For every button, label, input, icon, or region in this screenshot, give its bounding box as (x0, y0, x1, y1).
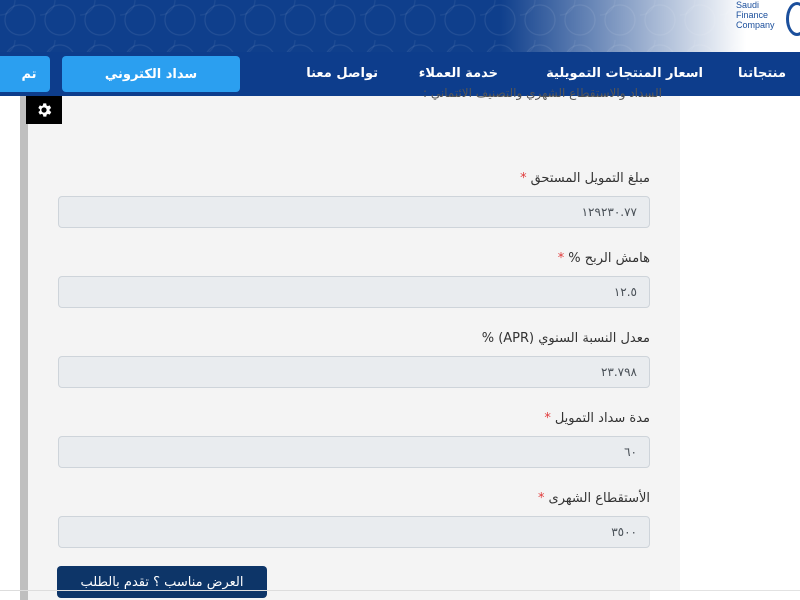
financing-amount-label: مبلغ التمويل المستحق* (520, 171, 650, 186)
gear-icon (38, 103, 52, 117)
logo-swoosh-icon (786, 2, 800, 36)
header-band (0, 0, 800, 52)
intro-text: السداد والاستقطاع الشهري والتصنيف الائتم… (423, 86, 662, 100)
required-marker: * (544, 411, 551, 426)
nav-financing-prices[interactable]: اسعار المنتجات التمويلية (546, 66, 703, 81)
footer-edge (650, 590, 800, 600)
repayment-period-field[interactable]: ٦٠ (58, 436, 650, 468)
nav-customer-service[interactable]: خدمة العملاء (419, 66, 498, 81)
apr-label: معدل النسبة السنوي (APR) % (481, 331, 650, 346)
logo-text: Saudi Finance Company (736, 0, 775, 30)
profit-margin-field[interactable]: ١٢.٥ (58, 276, 650, 308)
left-rail (20, 96, 28, 600)
repayment-period-label: مدة سداد التمويل* (544, 411, 650, 426)
settings-button[interactable] (26, 96, 62, 124)
company-logo[interactable]: Saudi Finance Company (728, 0, 800, 40)
required-marker: * (538, 491, 545, 506)
apr-field[interactable]: ٢٣.٧٩٨ (58, 356, 650, 388)
apply-button[interactable]: العرض مناسب ؟ تقدم بالطلب (57, 566, 267, 598)
monthly-installment-label: الأستقطاع الشهرى* (538, 491, 650, 506)
required-marker: * (520, 171, 527, 186)
nav-products[interactable]: منتجاتنا (738, 66, 786, 81)
profit-margin-label: هامش الربح %* (557, 251, 650, 266)
financing-amount-field[interactable]: ١٢٩٢٣٠.٧٧ (58, 196, 650, 228)
required-marker: * (557, 251, 565, 266)
nav-contact-us[interactable]: تواصل معنا (306, 66, 378, 81)
monthly-installment-field[interactable]: ٣٥٠٠ (58, 516, 650, 548)
nav-cut-button[interactable]: تم (0, 56, 50, 92)
